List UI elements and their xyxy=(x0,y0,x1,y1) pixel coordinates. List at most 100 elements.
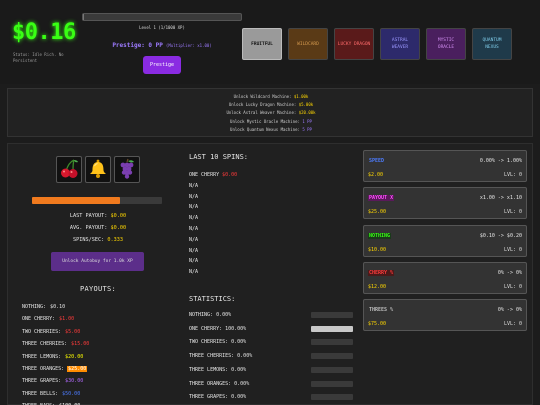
upgrade-card-payout-x[interactable]: PAYOUT X x1.00 -> x1.10 $25.00 LVL: 0 xyxy=(363,187,527,220)
spin-history-item: N/A xyxy=(189,248,198,254)
upgrade-cost: $10.00 xyxy=(368,246,387,253)
spin-history-item: N/A xyxy=(189,269,198,275)
last-payout-label: LAST PAYOUT: xyxy=(69,213,108,219)
spin-payout: $0.00 xyxy=(222,172,238,178)
upgrade-card-speed[interactable]: SPEED 0.00% -> 1.00% $2.00 LVL: 0 xyxy=(363,150,527,182)
spins-sec-label: SPINS/SEC: xyxy=(73,237,105,243)
statistics-bar xyxy=(311,339,353,346)
spin-result: N/A xyxy=(189,258,199,265)
upgrade-level: LVL: 0 xyxy=(503,209,522,216)
upgrade-card-threes[interactable]: THREES % 0% -> 0% $75.00 LVL: 0 xyxy=(363,299,527,332)
payout-value: $15.00 xyxy=(71,341,90,348)
reel-3 xyxy=(114,156,140,183)
avg-payout-label: AVG. PAYOUT: xyxy=(69,225,108,231)
payout-row: TWO CHERRIES: $5.00 xyxy=(22,329,81,335)
unlock-line[interactable]: Unlock Wildcard Machine: $1.00k xyxy=(8,94,534,99)
upgrade-card-cherry[interactable]: CHERRY % 0% -> 0% $12.00 LVL: 0 xyxy=(363,261,527,294)
level-text: Level 1 (1/1000 XP) xyxy=(139,25,185,30)
machine-tab-mystic-oracle[interactable]: MYSTIC ORACLE xyxy=(426,28,466,60)
machine-tab-wildcard[interactable]: WILDCARD xyxy=(288,28,328,60)
unlock-line[interactable]: Unlock Astral Weaver Machine: $20.00k xyxy=(8,110,534,115)
upgrade-cost: $12.00 xyxy=(368,283,387,290)
statistics-label: THREE ORANGES: 0.00% xyxy=(189,380,250,387)
unlock-autobuy-button[interactable]: Unlock Autobuy for 1.0k XP xyxy=(51,252,144,271)
upgrade-name: PAYOUT X xyxy=(368,195,395,202)
upgrade-level: LVL: 0 xyxy=(503,321,522,328)
payout-value: $1.00 xyxy=(59,316,75,323)
spin-result: N/A xyxy=(189,215,199,222)
unlock-label: Unlock Astral Weaver Machine: xyxy=(226,110,297,116)
spin-result: N/A xyxy=(189,247,199,254)
upgrade-cost: $25.00 xyxy=(368,209,387,216)
upgrade-name: CHERRY % xyxy=(368,269,395,276)
unlock-line[interactable]: Unlock Lucky Dragon Machine: $5.00k xyxy=(8,102,534,107)
payout-row: THREE LEMONS: $20.00 xyxy=(22,354,84,360)
upgrade-effect: 0.00% -> 1.00% xyxy=(479,158,522,164)
statistics-row: THREE CHERRIES: 0.00% xyxy=(189,353,359,360)
prestige-multiplier: (Multiplier: x1.00) xyxy=(165,43,212,48)
payout-label: ONE CHERRY: xyxy=(22,316,56,323)
upgrade-name: THREES % xyxy=(369,307,394,314)
main-panel: LAST PAYOUT: $0.00 AVG. PAYOUT: $0.00 SP… xyxy=(7,143,533,405)
unlock-cost: 1 PP xyxy=(302,118,312,124)
payouts-title: PAYOUTS: xyxy=(79,285,117,293)
spins-sec-line: SPINS/SEC: 0.333 xyxy=(8,237,188,243)
statistics-row: NOTHING: 0.00% xyxy=(189,312,359,319)
machine-tab-quantum-nexus[interactable]: QUANTUM NEXUS xyxy=(472,28,512,60)
unlock-cost: 5 PP xyxy=(302,126,312,132)
spin-result: N/A xyxy=(189,226,199,232)
spin-history-item: N/A xyxy=(189,226,198,232)
spin-result: N/A xyxy=(189,204,199,211)
prestige-button[interactable]: Prestige xyxy=(143,56,181,74)
spin-progress-bar xyxy=(32,197,162,204)
unlock-label: Unlock Wildcard Machine: xyxy=(233,94,292,99)
unlock-line[interactable]: Unlock Mystic Oracle Machine: 1 PP xyxy=(8,119,534,124)
unlock-label: Unlock Mystic Oracle Machine: xyxy=(230,118,300,124)
unlock-label: Unlock Quantum Nexus Machine: xyxy=(230,126,300,132)
spin-result: N/A xyxy=(189,193,199,200)
bell-icon xyxy=(87,158,109,182)
upgrade-name: NOTHING xyxy=(368,232,392,239)
upgrade-level: LVL: 0 xyxy=(503,172,522,178)
payout-row: THREE ORANGES: $25.00 xyxy=(22,366,88,372)
statistics-bar xyxy=(311,380,353,387)
slot-reels[interactable] xyxy=(56,156,140,184)
spin-history-item: N/A xyxy=(189,237,198,243)
upgrade-effect: $0.10 -> $0.20 xyxy=(479,232,522,239)
status-text: Status: Idle Rich. No Persistent xyxy=(13,52,64,63)
payout-row: ONE CHERRY: $1.00 xyxy=(22,316,75,322)
payout-row: THREE GRAPES: $30.00 xyxy=(22,378,84,384)
grapes-icon xyxy=(116,158,138,182)
statistics-row: THREE ORANGES: 0.00% xyxy=(189,380,359,388)
payout-value: $50.00 xyxy=(62,390,81,397)
statistics-label: THREE GRAPES: 0.00% xyxy=(189,394,247,401)
cherry-icon xyxy=(58,158,80,182)
reel-1 xyxy=(56,156,82,183)
machine-tab-astral-weaver[interactable]: ASTRAL WEAVER xyxy=(380,28,420,60)
payout-value: $20.00 xyxy=(65,353,84,360)
reel-2 xyxy=(85,156,111,183)
upgrade-level: LVL: 0 xyxy=(503,246,522,253)
payout-label: THREE CHERRIES: xyxy=(22,341,68,348)
upgrade-cost: $2.00 xyxy=(368,172,384,178)
unlock-line[interactable]: Unlock Quantum Nexus Machine: 5 PP xyxy=(8,127,534,132)
spin-result: N/A xyxy=(189,182,199,189)
payout-value: $0.10 xyxy=(50,304,66,310)
statistics-row: THREE LEMONS: 0.00% xyxy=(189,366,359,374)
spin-progress-fill xyxy=(32,197,121,204)
upgrade-card-nothing[interactable]: NOTHING $0.10 -> $0.20 $10.00 LVL: 0 xyxy=(363,224,527,257)
payout-label: THREE GRAPES: xyxy=(22,378,62,385)
spins-sec-value: 0.333 xyxy=(107,237,123,243)
machine-tab-lucky-dragon[interactable]: LUCKY DRAGON xyxy=(334,28,374,60)
payout-row: THREE BELLS: $50.00 xyxy=(22,391,81,397)
upgrade-level: LVL: 0 xyxy=(503,283,522,290)
statistics-label: THREE CHERRIES: 0.00% xyxy=(189,353,253,360)
payout-value: $30.00 xyxy=(65,378,84,385)
spin-result: N/A xyxy=(189,269,199,276)
prestige-info: Prestige: 0 PP (Multiplier: x1.00) xyxy=(82,42,242,49)
spin-history-item: ONE CHERRY $0.00 xyxy=(189,172,237,178)
statistics-label: THREE LEMONS: 0.00% xyxy=(189,366,247,373)
xp-progress-bar xyxy=(82,13,242,21)
payout-row: THREE CHERRIES: $15.00 xyxy=(22,341,90,347)
machine-tab-fruitful[interactable]: FRUITFUL xyxy=(242,28,282,60)
